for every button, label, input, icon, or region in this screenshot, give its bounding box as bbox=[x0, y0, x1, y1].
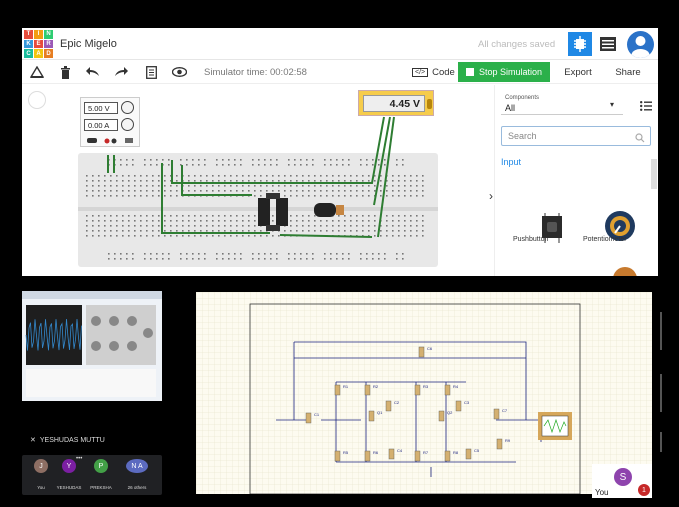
svg-text:R5: R5 bbox=[343, 450, 349, 455]
divider bbox=[660, 312, 662, 350]
editor-toolbar: Simulator time: 00:02:58 </> Code Stop S… bbox=[22, 60, 658, 84]
svg-text:R9: R9 bbox=[505, 438, 511, 443]
redo-icon[interactable] bbox=[112, 63, 130, 81]
svg-text:R3: R3 bbox=[423, 384, 429, 389]
svg-text:R6: R6 bbox=[373, 450, 379, 455]
components-filter-value: All bbox=[505, 103, 516, 113]
notification-badge: 1 bbox=[638, 484, 650, 496]
user-avatar-icon[interactable] bbox=[627, 31, 654, 58]
more-options-icon[interactable]: ••• bbox=[76, 456, 82, 462]
code-icon: </> bbox=[412, 67, 429, 77]
svg-text:C6: C6 bbox=[427, 346, 433, 351]
components-panel: › Components All ▾ Search Input Pushbutt… bbox=[489, 85, 658, 276]
svg-text:Q2: Q2 bbox=[447, 410, 453, 415]
self-view-tile[interactable]: S You 1 bbox=[592, 464, 652, 498]
mic-off-icon: ✕ bbox=[30, 437, 36, 444]
svg-text:C5: C5 bbox=[474, 448, 480, 453]
logo-letter: N bbox=[44, 30, 53, 39]
logo-letter: D bbox=[44, 49, 53, 58]
tinkercad-logo[interactable]: TIN KER CAD bbox=[24, 30, 53, 58]
svg-text:R2: R2 bbox=[373, 384, 379, 389]
oscilloscope-box bbox=[538, 412, 572, 440]
export-button[interactable]: Export bbox=[556, 62, 600, 82]
rotate-icon[interactable] bbox=[28, 63, 46, 81]
logo-letter: R bbox=[44, 39, 53, 49]
stop-icon bbox=[465, 68, 474, 76]
svg-text:C2: C2 bbox=[394, 400, 400, 405]
logo-letter: C bbox=[24, 49, 33, 58]
svg-text:C3: C3 bbox=[464, 400, 470, 405]
list-view-icon[interactable] bbox=[600, 37, 616, 51]
top-bar: TIN KER CAD Epic Migelo All changes saved bbox=[22, 28, 658, 60]
self-avatar: S bbox=[614, 468, 632, 486]
simulator-time: Simulator time: 00:02:58 bbox=[204, 67, 307, 78]
presenter-name-tag: ✕ YESHUDAS MUTTU bbox=[30, 436, 105, 445]
svg-text:R4: R4 bbox=[453, 384, 459, 389]
participant-avatar[interactable]: P bbox=[94, 459, 108, 473]
logo-letter: A bbox=[34, 49, 43, 58]
divider bbox=[660, 432, 662, 452]
presenter-name: YESHUDAS MUTTU bbox=[39, 436, 105, 444]
logo-letter: E bbox=[34, 39, 43, 49]
svg-text:R8: R8 bbox=[453, 450, 459, 455]
capacitor-on-board bbox=[314, 203, 344, 217]
section-input-title: Input bbox=[501, 157, 522, 167]
list-options-icon[interactable] bbox=[640, 98, 652, 116]
participant-name: 26 others bbox=[127, 485, 147, 490]
participant-avatar[interactable]: N A bbox=[126, 459, 148, 473]
circuit-workspace[interactable]: 5.00 V 0.00 A 4.45 V bbox=[22, 85, 494, 276]
dropdown-chevron-icon[interactable]: ▾ bbox=[610, 100, 614, 109]
save-status: All changes saved bbox=[478, 39, 556, 50]
divider bbox=[660, 374, 662, 412]
svg-text:C7: C7 bbox=[502, 408, 508, 413]
svg-text:Q1: Q1 bbox=[377, 410, 383, 415]
code-button[interactable]: </> Code bbox=[408, 63, 459, 81]
visibility-icon[interactable] bbox=[170, 63, 188, 81]
svg-text:R7: R7 bbox=[423, 450, 429, 455]
undo-icon[interactable] bbox=[84, 63, 102, 81]
participant-name: YESHUDAS bbox=[56, 485, 82, 490]
circuit-view-icon[interactable] bbox=[568, 32, 592, 56]
wires bbox=[107, 116, 395, 238]
svg-text:C4: C4 bbox=[397, 448, 403, 453]
project-name[interactable]: Epic Migelo bbox=[60, 38, 117, 50]
delete-icon[interactable] bbox=[56, 63, 74, 81]
pushbutton-label: Pushbutton bbox=[513, 236, 549, 243]
participants-strip[interactable]: J You Y YESHUDAS ••• P PREKSHA N A 26 ot… bbox=[22, 455, 162, 495]
participant-avatar[interactable]: J bbox=[34, 459, 48, 473]
tinkercad-window: TIN KER CAD Epic Migelo All changes saved bbox=[22, 28, 658, 276]
stop-simulation-button[interactable]: Stop Simulation bbox=[458, 62, 550, 82]
shared-screen-tile[interactable] bbox=[22, 291, 162, 401]
schematic-screen-tile[interactable]: R1 R2 R3 R4 R5 R6 R7 R8 R9 Q1 Q2 C1 C2 C3 C4 C5 C6 C7 bbox=[196, 292, 652, 494]
participant-name: You bbox=[37, 485, 45, 490]
participant-avatar[interactable]: Y bbox=[62, 459, 76, 473]
svg-text:R1: R1 bbox=[343, 384, 349, 389]
components-filter-label: Components bbox=[505, 95, 540, 101]
svg-text:C1: C1 bbox=[314, 412, 320, 417]
pushbutton-on-board bbox=[258, 193, 288, 231]
panel-scrollbar[interactable] bbox=[651, 159, 657, 189]
stop-simulation-label: Stop Simulation bbox=[478, 67, 543, 77]
component-search-input[interactable]: Search bbox=[501, 126, 651, 146]
search-icon bbox=[635, 130, 645, 148]
participant-name: PREKSHA bbox=[90, 485, 112, 490]
self-label: You bbox=[595, 488, 609, 497]
next-component-partial[interactable] bbox=[613, 267, 637, 276]
notes-icon[interactable] bbox=[142, 63, 160, 81]
code-label: Code bbox=[432, 66, 455, 78]
logo-letter: T bbox=[24, 30, 33, 39]
collapse-panel-icon[interactable]: › bbox=[489, 189, 493, 203]
share-button[interactable]: Share bbox=[605, 62, 651, 82]
logo-letter: I bbox=[34, 30, 43, 39]
logo-letter: K bbox=[24, 39, 33, 49]
potentiometer-label: Potentiometer bbox=[583, 236, 627, 243]
